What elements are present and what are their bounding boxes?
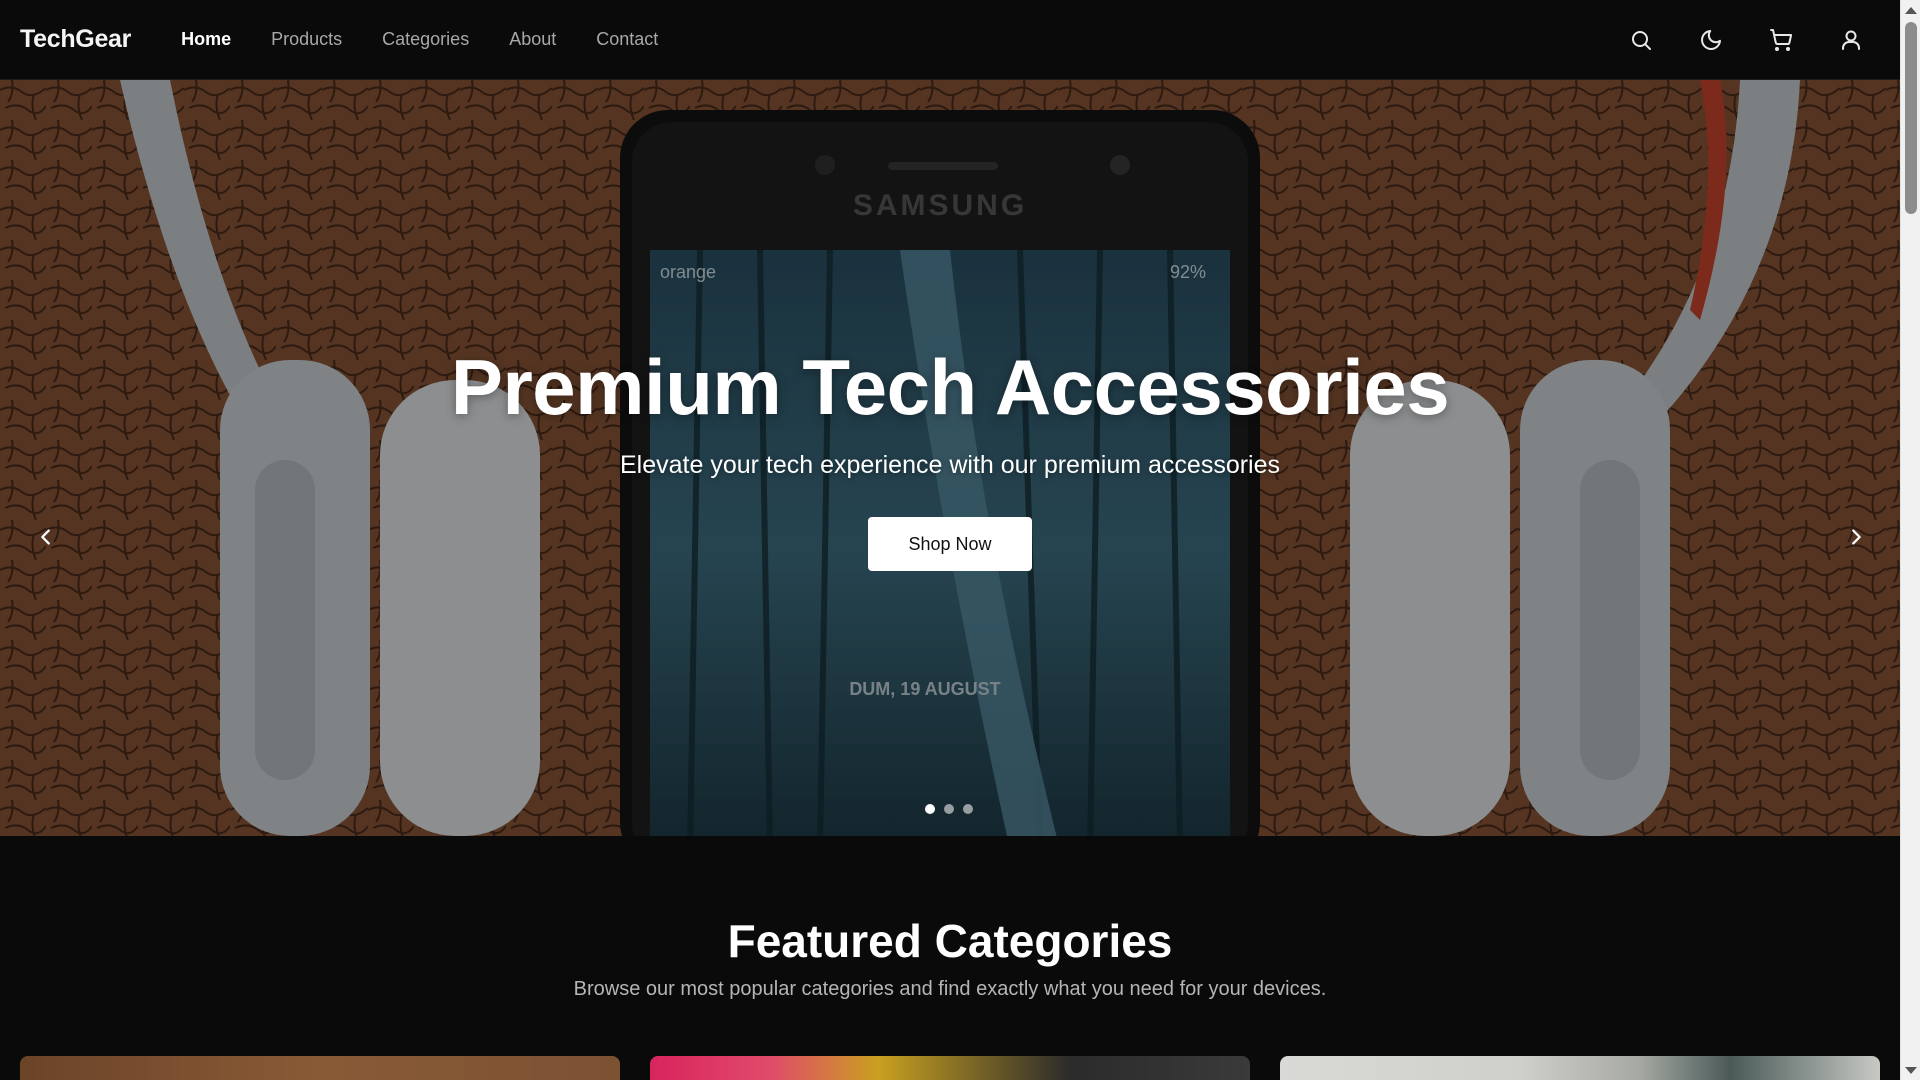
search-icon[interactable] bbox=[1624, 23, 1658, 57]
featured-subtitle: Browse our most popular categories and f… bbox=[573, 978, 1327, 1000]
featured-title: Featured Categories bbox=[727, 915, 1173, 967]
scroll-thumb[interactable] bbox=[1905, 22, 1917, 214]
hero-carousel: SAMSUNG orange 92% DUM, 19 AUGUST Premiu… bbox=[0, 80, 1900, 836]
nav-products[interactable]: Products bbox=[271, 29, 342, 50]
carousel-dot-3[interactable] bbox=[963, 804, 973, 814]
page-scrollbar[interactable] bbox=[1900, 0, 1920, 1080]
carousel-prev-button[interactable] bbox=[26, 517, 66, 557]
carousel-dot-1[interactable] bbox=[925, 804, 935, 814]
header-actions bbox=[1624, 23, 1880, 57]
nav-home[interactable]: Home bbox=[181, 29, 231, 50]
shop-now-button[interactable]: Shop Now bbox=[868, 517, 1032, 571]
logo[interactable]: TechGear bbox=[20, 25, 131, 54]
featured-categories: Featured Categories Browse our most popu… bbox=[0, 836, 1900, 1080]
main-nav: Home Products Categories About Contact bbox=[181, 29, 698, 50]
cart-icon[interactable] bbox=[1764, 23, 1798, 57]
nav-about[interactable]: About bbox=[509, 29, 556, 50]
category-card[interactable] bbox=[1280, 1056, 1880, 1080]
page: TechGear Home Products Categories About … bbox=[0, 0, 1920, 1080]
nav-categories[interactable]: Categories bbox=[382, 29, 469, 50]
scroll-up-button[interactable] bbox=[1901, 0, 1920, 20]
scroll-down-button[interactable] bbox=[1901, 1060, 1920, 1080]
site-header: TechGear Home Products Categories About … bbox=[0, 0, 1900, 80]
hero-content: Premium Tech Accessories Elevate your te… bbox=[0, 80, 1900, 836]
user-icon[interactable] bbox=[1834, 23, 1868, 57]
chevron-right-icon bbox=[1852, 529, 1861, 545]
hero-title: Premium Tech Accessories bbox=[450, 343, 1450, 431]
moon-icon[interactable] bbox=[1694, 23, 1728, 57]
category-card[interactable] bbox=[650, 1056, 1250, 1080]
carousel-indicators bbox=[925, 804, 973, 814]
hero-subtitle: Elevate your tech experience with our pr… bbox=[619, 451, 1281, 479]
nav-contact[interactable]: Contact bbox=[596, 29, 658, 50]
category-card[interactable] bbox=[20, 1056, 620, 1080]
carousel-next-button[interactable] bbox=[1836, 517, 1876, 557]
chevron-left-icon bbox=[41, 529, 50, 545]
carousel-dot-2[interactable] bbox=[944, 804, 954, 814]
